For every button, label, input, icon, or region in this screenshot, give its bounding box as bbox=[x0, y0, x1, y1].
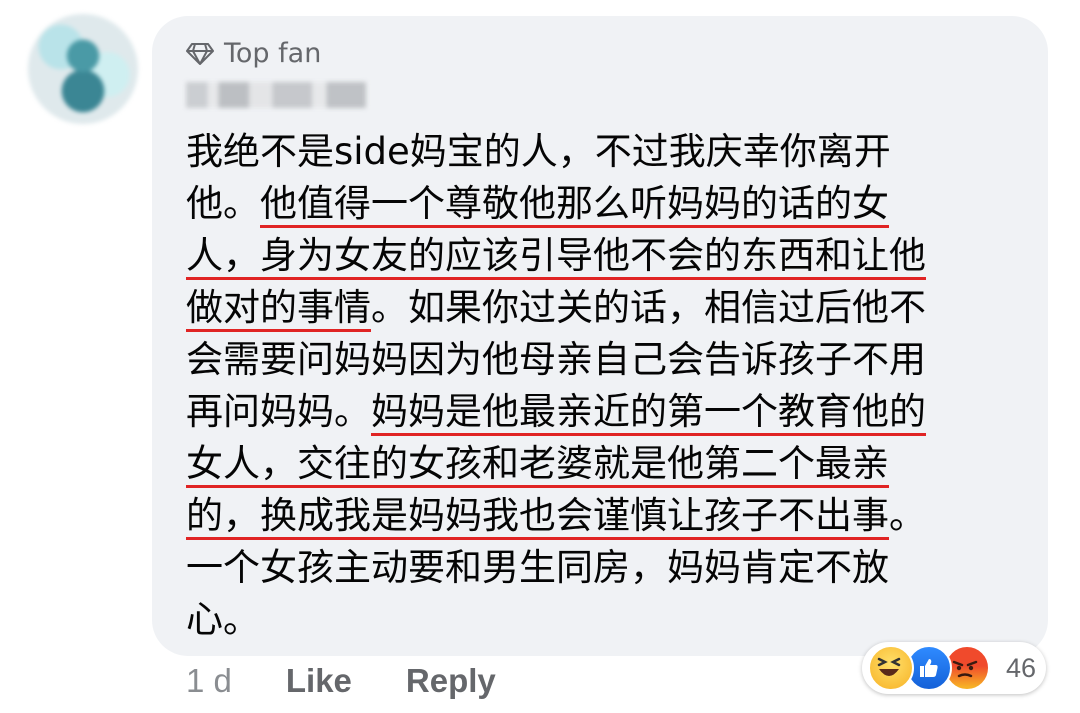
underlined-text: 女人，交往的女孩和老婆就是他第二个最亲 bbox=[186, 442, 889, 488]
timestamp[interactable]: 1 d bbox=[186, 662, 232, 700]
comment-line: 会需要问妈妈因为他母亲自己会告诉孩子不用 bbox=[186, 334, 986, 386]
comment-text-segment: 再问妈妈。 bbox=[186, 390, 371, 433]
comment-line: 再问妈妈。妈妈是他最亲近的第一个教育他的 bbox=[186, 386, 986, 438]
comment-text-segment: 我绝不是side妈宝的人，不过我庆幸你离开 bbox=[186, 130, 891, 173]
underlined-text: 妈妈是他最亲近的第一个教育他的 bbox=[371, 390, 926, 436]
comment-text: 我绝不是side妈宝的人，不过我庆幸你离开 他。他值得一个尊敬他那么听妈妈的话的女… bbox=[186, 126, 986, 646]
comment-line: 一个女孩主动要和男生同房，妈妈肯定不放 bbox=[186, 542, 986, 594]
reaction-summary[interactable]: 46 bbox=[862, 642, 1046, 694]
comment-text-segment: 他。 bbox=[186, 182, 260, 225]
comment-line: 的，换成我是妈妈我也会谨慎让孩子不出事。 bbox=[186, 490, 986, 542]
haha-icon bbox=[868, 645, 914, 691]
reaction-count: 46 bbox=[1006, 652, 1037, 683]
comment-text-segment: 心。 bbox=[186, 598, 260, 641]
badge-label: Top fan bbox=[224, 38, 322, 69]
underlined-text: 做对的事情 bbox=[186, 286, 371, 332]
underlined-text: 人，身为女友的应该引导他不会的东西和让他 bbox=[186, 234, 926, 280]
top-fan-badge: Top fan bbox=[186, 38, 321, 69]
comment-line: 女人，交往的女孩和老婆就是他第二个最亲 bbox=[186, 438, 986, 490]
underlined-text: 他值得一个尊敬他那么听妈妈的话的女 bbox=[260, 182, 889, 228]
comment-text-segment: 。 bbox=[889, 494, 926, 537]
comment-text-segment: 会需要问妈妈因为他母亲自己会告诉孩子不用 bbox=[186, 338, 926, 381]
author-name[interactable] bbox=[186, 82, 366, 108]
comment-line: 做对的事情。如果你过关的话，相信过后他不 bbox=[186, 282, 986, 334]
comment-line: 他。他值得一个尊敬他那么听妈妈的话的女 bbox=[186, 178, 986, 230]
comment-line: 我绝不是side妈宝的人，不过我庆幸你离开 bbox=[186, 126, 986, 178]
comment-line: 人，身为女友的应该引导他不会的东西和让他 bbox=[186, 230, 986, 282]
avatar[interactable] bbox=[28, 14, 138, 124]
comment-line: 心。 bbox=[186, 594, 986, 646]
reply-button[interactable]: Reply bbox=[406, 662, 496, 700]
comment-actions: 1 d Like Reply bbox=[186, 662, 496, 700]
comment-text-segment: 。如果你过关的话，相信过后他不 bbox=[371, 286, 926, 329]
diamond-icon bbox=[186, 42, 214, 65]
like-button[interactable]: Like bbox=[286, 662, 352, 700]
underlined-text: 的，换成我是妈妈我也会谨慎让孩子不出事 bbox=[186, 494, 889, 540]
comment-text-segment: 一个女孩主动要和男生同房，妈妈肯定不放 bbox=[186, 546, 889, 589]
